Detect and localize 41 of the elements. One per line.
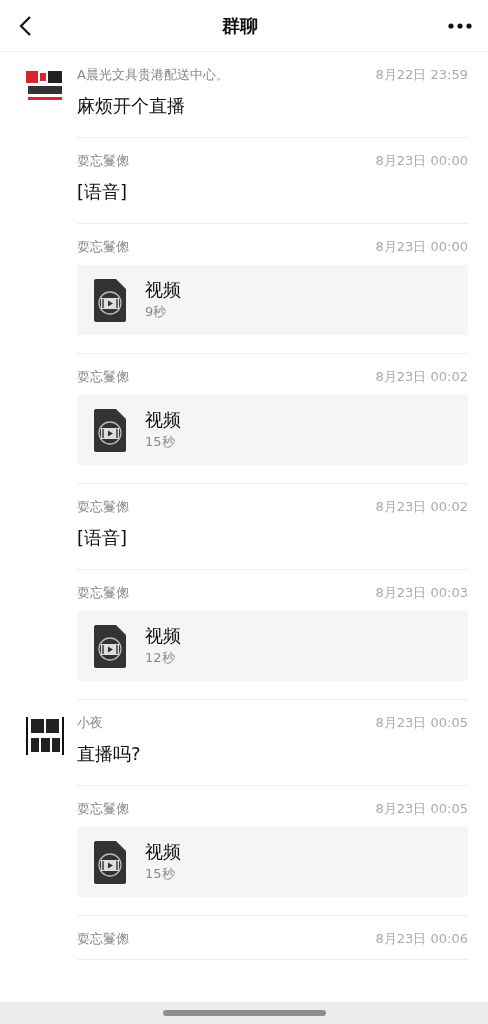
message-time: 8月23日 00:00 (375, 238, 468, 256)
message-time: 8月23日 00:05 (375, 714, 468, 732)
sender-name: 耍忘鬘偬 (77, 498, 129, 516)
message-text: 麻烦开个直播 (77, 94, 186, 118)
video-duration: 15秒 (145, 865, 176, 883)
message-time: 8月22日 23:59 (375, 66, 468, 84)
sender-name: 耍忘鬘偬 (77, 584, 129, 602)
video-title: 视频 (145, 408, 181, 432)
video-file-icon (94, 840, 126, 884)
message-time: 8月23日 00:06 (375, 930, 468, 948)
video-title: 视频 (145, 624, 181, 648)
sender-name: 小夜 (77, 714, 103, 732)
sender-name: A晨光文具贵港配送中心。 (77, 66, 229, 84)
chat-title: 群聊 (222, 13, 258, 38)
video-card[interactable]: 视频 15秒 (77, 827, 468, 897)
video-title: 视频 (145, 278, 181, 302)
sender-name: 耍忘鬘偬 (77, 368, 129, 386)
more-icon (448, 22, 472, 29)
sender-name: 耍忘鬘偬 (77, 800, 129, 818)
message-time: 8月23日 00:03 (375, 584, 468, 602)
message-text: [语音] (77, 180, 129, 204)
video-file-icon (94, 278, 126, 322)
video-file-icon (94, 624, 126, 668)
video-duration: 9秒 (145, 303, 168, 321)
message-time: 8月23日 00:05 (375, 800, 468, 818)
video-card[interactable]: 视频 12秒 (77, 611, 468, 681)
back-icon (18, 14, 32, 37)
message-text: [语音] (77, 526, 129, 550)
message-time: 8月23日 00:02 (375, 368, 468, 386)
video-card[interactable]: 视频 9秒 (77, 265, 468, 335)
video-card[interactable]: 视频 15秒 (77, 395, 468, 465)
sender-name: 耍忘鬘偬 (77, 930, 129, 948)
message-time: 8月23日 00:00 (375, 152, 468, 170)
message-text: 直播吗? (77, 742, 142, 766)
video-duration: 15秒 (145, 433, 176, 451)
message-time: 8月23日 00:02 (375, 498, 468, 516)
sender-name: 耍忘鬘偬 (77, 152, 129, 170)
video-file-icon (94, 408, 126, 452)
sender-name: 耍忘鬘偬 (77, 238, 129, 256)
video-title: 视频 (145, 840, 181, 864)
video-duration: 12秒 (145, 649, 176, 667)
